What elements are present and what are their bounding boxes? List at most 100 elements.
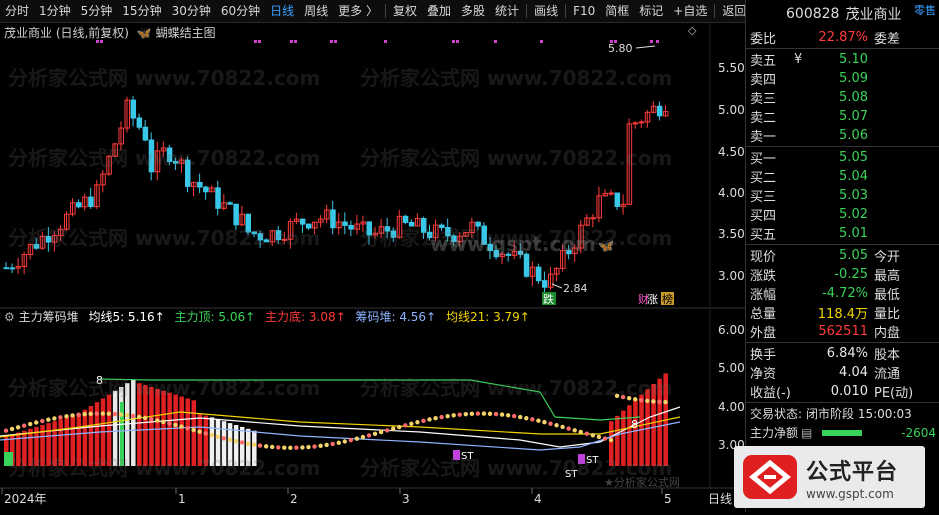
toolbar-item[interactable]: 统计 — [490, 0, 524, 22]
logo-text: 公式平台 — [806, 459, 899, 485]
chip-dot — [403, 423, 408, 428]
chart-area[interactable]: 5.80 2.84 跌财涨榜 🦋 ◇ 5.50 5.00 4.50 4.00 3.50 3.00 ST… — [0, 22, 745, 512]
bid-row[interactable]: 买三 5.03 — [746, 186, 939, 205]
stat-label: 净资 — [750, 367, 777, 382]
st-mark-bg — [453, 450, 460, 460]
high-label: 5.80 — [608, 42, 633, 55]
menu-icon[interactable]: ▤ — [801, 426, 812, 440]
chip-dot — [663, 399, 668, 405]
candle-body — [251, 231, 258, 235]
toolbar-item[interactable]: 标记 — [634, 0, 668, 22]
toolbar-item[interactable]: 分时 — [0, 0, 34, 22]
chip-bar — [179, 396, 184, 466]
status-value: 闭市阶段 15:00:03 — [806, 407, 912, 421]
ask-row[interactable]: 卖二 5.07 — [746, 107, 939, 126]
candle-body — [445, 226, 451, 237]
tag-bang: 榜 — [662, 292, 673, 306]
chip-bar — [209, 417, 215, 466]
toolbar-item[interactable]: 多股 — [456, 0, 490, 22]
candle-body — [299, 218, 306, 225]
bid-row[interactable]: 买四 5.02 — [746, 205, 939, 224]
toolbar-item[interactable]: 5分钟 — [76, 0, 118, 22]
indicator-title: ⚙ 主力筹码堆 均线5: 5.16↑ 主力顶: 5.06↑ 主力底: 3.08↑… — [4, 308, 530, 325]
chip-bar — [58, 419, 63, 466]
signal-dot — [610, 40, 613, 43]
bid-price: 5.01 — [839, 226, 868, 241]
stat-label-2: 内盘 — [874, 326, 901, 341]
chip-bar — [52, 421, 57, 466]
weibi-value: 22.87% — [818, 30, 868, 45]
ask-row[interactable]: 卖四 5.09 — [746, 69, 939, 88]
chip-dot — [130, 413, 136, 419]
chip-dot — [282, 445, 287, 450]
toolbar-item[interactable]: 日线 — [265, 0, 299, 22]
bid-row[interactable]: 买一 5.05 — [746, 148, 939, 167]
ask-list: 卖五 ¥5.10 卖四 5.09 卖三 5.08 卖二 5.07 卖一 5.06 — [746, 50, 939, 145]
stat-label-2: 流通 — [874, 367, 901, 382]
main-indicator-name[interactable]: 蝴蝶结主图 — [156, 26, 216, 40]
signal-dot — [294, 40, 297, 43]
toolbar-item[interactable]: 更多 〉 — [333, 0, 383, 22]
st-mark: ST — [461, 451, 474, 462]
chip-dot — [421, 418, 426, 424]
candle-body — [535, 266, 542, 282]
toolbar-item[interactable]: 30分钟 — [167, 0, 216, 22]
candle-body — [263, 239, 270, 243]
peak-mark: 8 — [631, 418, 638, 431]
bid-row[interactable]: 买五 5.01 — [746, 224, 939, 243]
indicator-name[interactable]: 主力筹码堆 — [19, 310, 79, 324]
candle-body — [614, 192, 621, 207]
ask-row[interactable]: 卖三 5.08 — [746, 88, 939, 107]
chip-dot — [227, 437, 233, 442]
toolbar-item[interactable]: 15分钟 — [117, 0, 166, 22]
logo-mark-icon — [743, 455, 797, 499]
toolbar-item[interactable]: 复权 — [388, 0, 422, 22]
peak-mark: 8 — [96, 374, 103, 387]
indicator-gear-icon[interactable]: ⚙ — [4, 310, 15, 324]
chip-green — [4, 452, 13, 466]
chip-dot — [263, 444, 269, 449]
toolbar-item[interactable]: 1分钟 — [34, 0, 76, 22]
toolbar-item[interactable]: 简框 — [600, 0, 634, 22]
toolbar-item[interactable]: 叠加 — [422, 0, 456, 22]
toolbar-item[interactable]: 60分钟 — [216, 0, 265, 22]
chip-dot — [251, 442, 257, 447]
stat-value: 5.05 — [839, 248, 868, 263]
toolbar-item[interactable]: 画线 — [529, 0, 563, 22]
chip-dot — [397, 424, 402, 430]
chip-dot — [596, 434, 602, 440]
candle-body — [203, 186, 209, 193]
toolbar-item[interactable]: 周线 — [299, 0, 333, 22]
toolbar-item[interactable]: F10 — [568, 0, 600, 22]
kline-chart[interactable]: 5.802.84跌 财涨 榜🦋◇5.505.004.504.003.503.00ST… — [0, 22, 745, 512]
candle-body — [215, 187, 221, 209]
chip-dot — [530, 417, 535, 422]
candle-body — [3, 267, 9, 270]
chip-dot — [433, 416, 438, 421]
sector-badge[interactable]: 零售 — [914, 2, 936, 18]
candle-body — [45, 235, 52, 243]
candle-body — [608, 192, 614, 195]
chip-dot — [391, 426, 396, 431]
bid-price: 5.05 — [839, 150, 868, 165]
signal-dot — [614, 40, 617, 43]
indicator-y-tick: 5.00 — [718, 361, 745, 375]
ask-row[interactable]: 卖五 ¥5.10 — [746, 50, 939, 69]
ask-row[interactable]: 卖一 5.06 — [746, 126, 939, 145]
chip-dot — [34, 420, 39, 425]
toolbar-item[interactable]: +自选 — [668, 0, 712, 22]
chip-bar — [191, 400, 197, 466]
y-tick-label: 3.00 — [718, 269, 745, 283]
stock-name: 茂业商业 — [845, 7, 902, 23]
chip-dot — [542, 419, 547, 425]
st-mark-bg — [578, 454, 585, 464]
chip-dot — [318, 443, 323, 449]
chip-dot — [300, 445, 305, 450]
stat-row: 净资 4.04 流通 — [746, 363, 939, 382]
chip-bar — [221, 421, 227, 466]
chip-dot — [245, 441, 251, 446]
candle-body — [130, 99, 137, 119]
stat-value: 4.04 — [839, 365, 868, 380]
tag-die: 跌 — [543, 292, 554, 306]
bid-row[interactable]: 买二 5.04 — [746, 167, 939, 186]
